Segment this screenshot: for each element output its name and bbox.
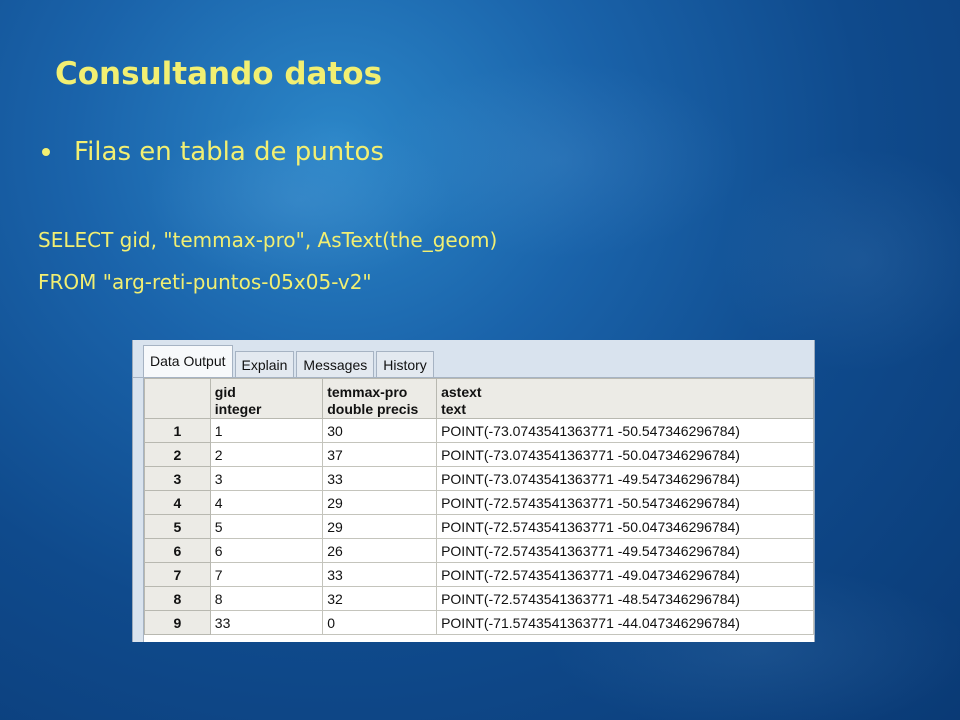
gid-cell[interactable]: 33: [209, 610, 324, 635]
gid-cell[interactable]: 8: [209, 586, 324, 611]
column-type: integer: [214, 401, 262, 417]
column-header-temmax-pro[interactable]: temmax-pro double precis: [322, 378, 438, 419]
astext-cell[interactable]: POINT(-72.5743541363771 -50.547346296784…: [436, 490, 814, 515]
table-row[interactable]: 3 3 33 POINT(-73.0743541363771 -49.54734629…: [144, 466, 814, 491]
temmax-pro-cell[interactable]: 33: [322, 466, 438, 491]
astext-cell[interactable]: POINT(-72.5743541363771 -49.047346296784…: [436, 562, 814, 587]
table-header-row: gid integer temmax-pro double precis ast…: [144, 378, 814, 419]
astext-cell[interactable]: POINT(-73.0743541363771 -49.547346296784…: [436, 466, 814, 491]
row-number-cell[interactable]: 4: [144, 490, 211, 515]
row-number-cell[interactable]: 1: [144, 418, 211, 443]
table-row[interactable]: 2 2 37 POINT(-73.0743541363771 -50.04734629…: [144, 442, 814, 467]
column-name: temmax-pro: [327, 384, 408, 400]
row-number-cell[interactable]: 7: [144, 562, 211, 587]
gid-cell[interactable]: 1: [209, 418, 324, 443]
column-type: double precis: [327, 401, 419, 417]
query-output-panel: Data Output Explain Messages History gid…: [132, 340, 815, 642]
astext-cell[interactable]: POINT(-71.5743541363771 -44.047346296784…: [436, 610, 814, 635]
temmax-pro-cell[interactable]: 32: [322, 586, 438, 611]
row-number-cell[interactable]: 8: [144, 586, 211, 611]
astext-cell[interactable]: POINT(-72.5743541363771 -48.547346296784…: [436, 586, 814, 611]
temmax-pro-cell[interactable]: 29: [322, 490, 438, 515]
table-row[interactable]: 5 5 29 POINT(-72.5743541363771 -50.04734629…: [144, 514, 814, 539]
table-row[interactable]: 7 7 33 POINT(-72.5743541363771 -49.04734629…: [144, 562, 814, 587]
bullet-text: Filas en tabla de puntos: [74, 137, 384, 167]
row-number-cell[interactable]: 3: [144, 466, 211, 491]
gid-cell[interactable]: 5: [209, 514, 324, 539]
table-row[interactable]: 9 33 0 POINT(-71.5743541363771 -44.04734629…: [144, 610, 814, 635]
sql-query-line-1: SELECT gid, "temmax-pro", AsText(the_geo…: [38, 228, 498, 252]
tab-messages[interactable]: Messages: [296, 351, 375, 377]
row-number-header[interactable]: [144, 378, 211, 419]
gid-cell[interactable]: 7: [209, 562, 324, 587]
gid-cell[interactable]: 2: [209, 442, 324, 467]
astext-cell[interactable]: POINT(-73.0743541363771 -50.547346296784…: [436, 418, 814, 443]
slide-title: Consultando datos: [55, 56, 383, 92]
temmax-pro-cell[interactable]: 29: [322, 514, 438, 539]
gid-cell[interactable]: 3: [209, 466, 324, 491]
column-name: astext: [441, 384, 482, 400]
output-tab-bar: Data Output Explain Messages History: [133, 345, 814, 378]
table-row[interactable]: 8 8 32 POINT(-72.5743541363771 -48.54734629…: [144, 586, 814, 611]
bullet-dot-icon: [42, 148, 50, 156]
astext-cell[interactable]: POINT(-73.0743541363771 -50.047346296784…: [436, 442, 814, 467]
astext-cell[interactable]: POINT(-72.5743541363771 -50.047346296784…: [436, 514, 814, 539]
temmax-pro-cell[interactable]: 30: [322, 418, 438, 443]
row-number-cell[interactable]: 6: [144, 538, 211, 563]
table-row[interactable]: 4 4 29 POINT(-72.5743541363771 -50.54734629…: [144, 490, 814, 515]
row-number-cell[interactable]: 9: [144, 610, 211, 635]
column-header-gid[interactable]: gid integer: [209, 378, 324, 419]
column-type: text: [441, 401, 466, 417]
data-grid: gid integer temmax-pro double precis ast…: [143, 378, 814, 642]
row-number-cell[interactable]: 5: [144, 514, 211, 539]
results-table: gid integer temmax-pro double precis ast…: [144, 378, 814, 635]
temmax-pro-cell[interactable]: 33: [322, 562, 438, 587]
sql-query-line-2: FROM "arg-reti-puntos-05x05-v2": [38, 270, 372, 294]
row-number-cell[interactable]: 2: [144, 442, 211, 467]
column-header-astext[interactable]: astext text: [436, 378, 814, 419]
gid-cell[interactable]: 4: [209, 490, 324, 515]
astext-cell[interactable]: POINT(-72.5743541363771 -49.547346296784…: [436, 538, 814, 563]
tab-explain[interactable]: Explain: [234, 351, 295, 377]
table-row[interactable]: 6 6 26 POINT(-72.5743541363771 -49.54734629…: [144, 538, 814, 563]
temmax-pro-cell[interactable]: 37: [322, 442, 438, 467]
bullet-item: Filas en tabla de puntos: [42, 137, 384, 167]
temmax-pro-cell[interactable]: 26: [322, 538, 438, 563]
column-name: gid: [214, 384, 236, 400]
table-row[interactable]: 1 1 30 POINT(-73.0743541363771 -50.54734629…: [144, 418, 814, 443]
tab-data-output[interactable]: Data Output: [143, 345, 233, 377]
gid-cell[interactable]: 6: [209, 538, 324, 563]
tab-history[interactable]: History: [376, 351, 434, 377]
temmax-pro-cell[interactable]: 0: [322, 610, 438, 635]
